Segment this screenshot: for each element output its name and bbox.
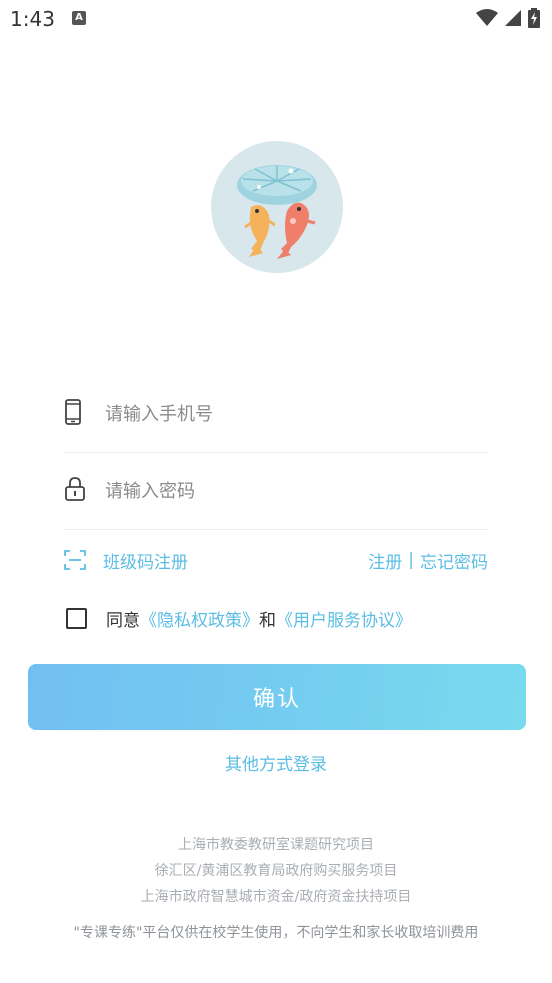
battery-charging-icon bbox=[528, 8, 540, 28]
status-icons bbox=[476, 8, 540, 28]
password-field-row bbox=[64, 453, 488, 530]
mobile-phone-icon bbox=[64, 399, 82, 429]
agreement-checkbox[interactable] bbox=[66, 607, 87, 629]
footer-line-2: 徐汇区/黄浦区教育局政府购买服务项目 bbox=[154, 863, 398, 879]
footer-line-3: 上海市政府智慧城市资金/政府资金扶持项目 bbox=[140, 889, 412, 905]
forgot-password-link[interactable]: 忘记密码 bbox=[420, 548, 488, 573]
other-login-link[interactable]: 其他方式登录 bbox=[0, 750, 552, 775]
status-bar: 1:43 A bbox=[0, 0, 552, 38]
font-a-icon: A bbox=[72, 11, 86, 25]
scan-icon bbox=[64, 550, 86, 570]
agreement-and: 和 bbox=[259, 610, 276, 631]
account-links: 注册 | 忘记密码 bbox=[368, 540, 488, 580]
class-code-register-label: 班级码注册 bbox=[103, 552, 188, 573]
footer-note: "专课专练"平台仅供在校学生使用，不向学生和家长收取培训费用 bbox=[73, 925, 479, 941]
lock-icon bbox=[64, 476, 86, 506]
link-separator: | bbox=[408, 550, 414, 570]
agreement-row: 同意 《隐私权政策》 和 《用户服务协议》 bbox=[66, 603, 412, 633]
status-time: 1:43 bbox=[10, 7, 55, 31]
confirm-button[interactable]: 确认 bbox=[28, 664, 526, 730]
signal-icon bbox=[505, 10, 521, 26]
password-input[interactable] bbox=[105, 453, 475, 529]
wifi-icon bbox=[476, 9, 498, 26]
footer-line-1: 上海市教委教研室课题研究项目 bbox=[178, 837, 374, 853]
class-code-register-link[interactable]: 班级码注册 bbox=[64, 540, 188, 580]
user-agreement-link[interactable]: 《用户服务协议》 bbox=[276, 606, 412, 631]
privacy-policy-link[interactable]: 《隐私权政策》 bbox=[140, 606, 259, 631]
agreement-prefix: 同意 bbox=[106, 610, 140, 631]
links-row: 班级码注册 注册 | 忘记密码 bbox=[64, 540, 488, 580]
app-logo bbox=[211, 141, 343, 273]
lotus-leaf-koi-fish-logo bbox=[237, 165, 317, 259]
phone-field-row bbox=[64, 376, 488, 453]
register-link[interactable]: 注册 bbox=[368, 548, 402, 573]
phone-input[interactable] bbox=[105, 376, 475, 452]
